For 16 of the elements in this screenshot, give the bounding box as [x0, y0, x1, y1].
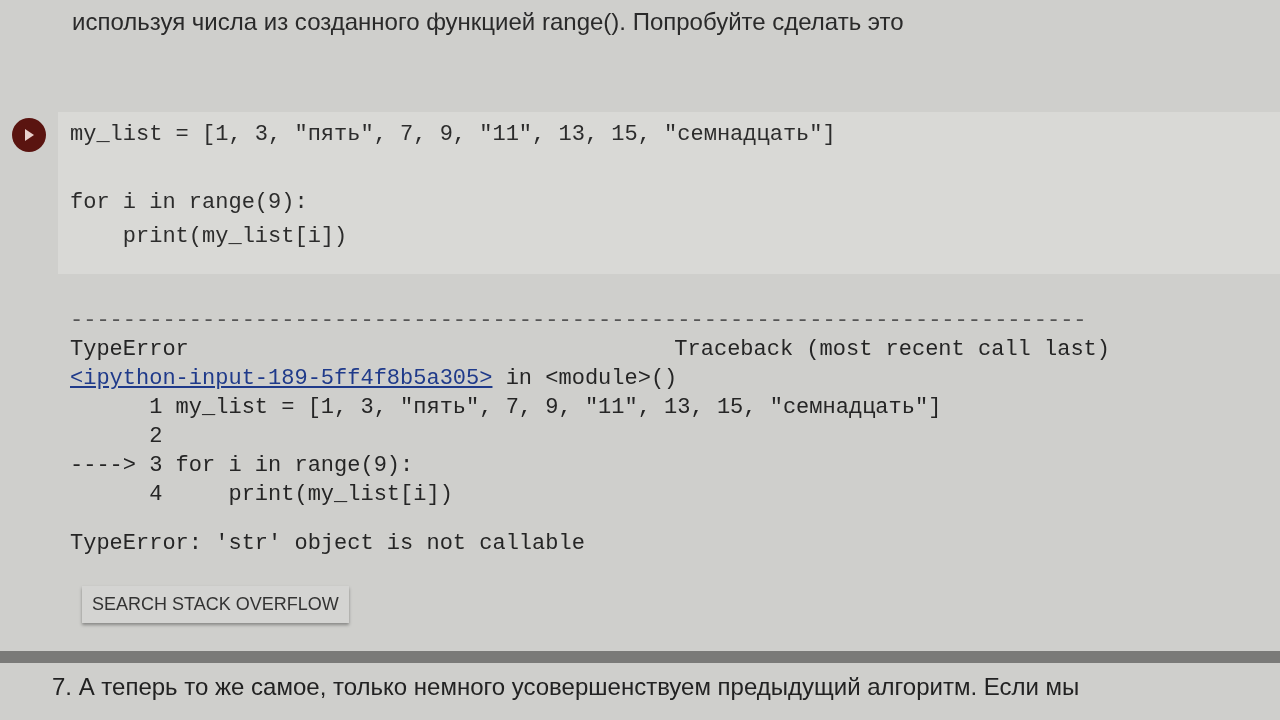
error-message: TypeError: 'str' object is not callable	[70, 530, 586, 558]
run-button[interactable]	[12, 118, 46, 152]
paragraph-text: 7. А теперь то же самое, только немного усовершенствуем предыдущий алгоритм. Если мы	[51, 672, 1081, 701]
traceback-line: 4 print(my_list[i])	[148, 481, 454, 509]
error-type: TypeError	[70, 336, 189, 364]
paragraph-text: используя числа из созданного функцией range(). Попробуйте сделать это	[71, 7, 905, 37]
separator-line: -----------------------------------------------------------------------------	[70, 307, 1088, 335]
code-editor[interactable]: my_list = [1, 3, "пять", 7, 9, "11", 13, 15, "семнадцать"] for i in range(9): print(my_list[i])	[58, 112, 1280, 274]
source-link[interactable]: <ipython-input-189-5ff4f8b5a305>	[70, 366, 493, 391]
search-stack-overflow-button[interactable]: SEARCH STACK OVERFLOW	[82, 586, 349, 623]
traceback-location: in <module>()	[504, 366, 678, 391]
traceback-header: Traceback (most recent call last)	[674, 336, 1110, 364]
traceback-line: ----> 3 for i in range(9):	[70, 452, 415, 480]
play-icon	[23, 128, 35, 142]
traceback-line: 2	[148, 423, 164, 451]
traceback-line: 1 my_list = [1, 3, "пять", 7, 9, "11", 13, 15, "семнадцать"]	[148, 394, 943, 422]
